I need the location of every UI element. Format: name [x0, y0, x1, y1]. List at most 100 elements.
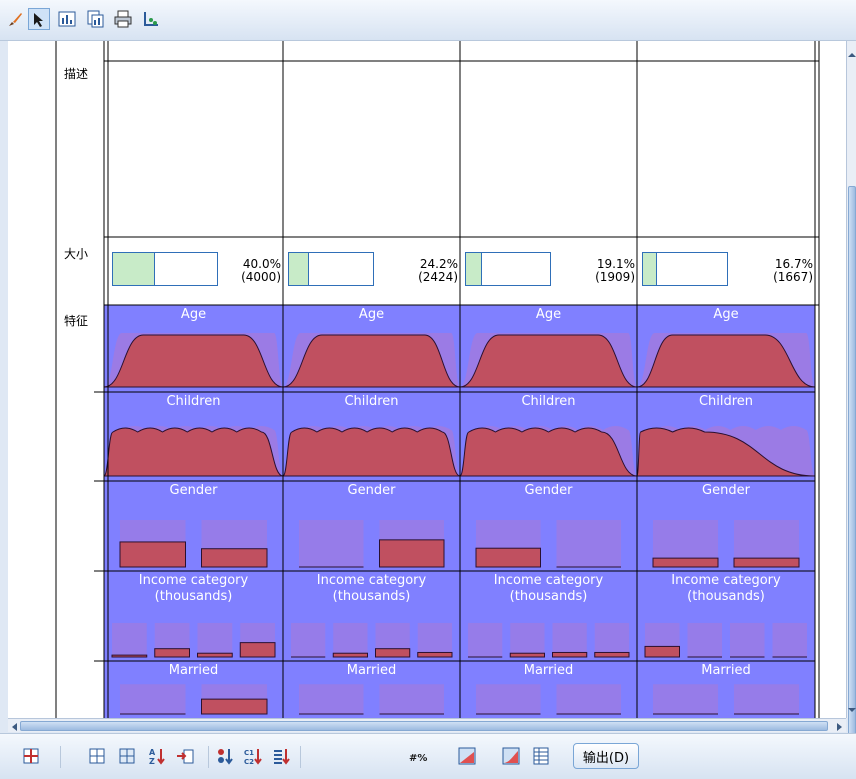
feature-title: Income category (thousands): [283, 573, 460, 605]
overall-bar: [594, 622, 629, 657]
feature-title: Children: [166, 394, 221, 409]
chart-area-icon[interactable]: [456, 745, 478, 767]
grid-alt-icon[interactable]: [116, 745, 138, 767]
feature-title: Children: [344, 394, 399, 409]
cluster-bar: [509, 652, 545, 658]
feature-title: Income category (thousands): [637, 573, 815, 605]
cluster-grid: [55, 41, 820, 718]
overall-bar: [468, 622, 503, 657]
cluster-bar: [417, 651, 453, 658]
transpose-icon[interactable]: [20, 745, 42, 767]
cluster-bar: [201, 698, 268, 715]
insert-icon[interactable]: [174, 745, 196, 767]
feature-title: Age: [535, 307, 562, 322]
feature-title: Income category (thousands): [460, 573, 637, 605]
size-bar: [465, 252, 551, 286]
overall-bar: [333, 622, 368, 657]
toolbar-separator: [300, 746, 301, 768]
pointer-icon[interactable]: [28, 8, 50, 30]
cluster-bar: [652, 557, 719, 568]
svg-text:#%: #%: [409, 753, 427, 764]
feature-title: Married: [168, 663, 219, 678]
size-count: (4000): [241, 270, 281, 284]
size-bar-fill: [113, 253, 155, 285]
chart-toolbar: [0, 0, 856, 41]
sort-c1c2-icon[interactable]: C1 C2: [242, 745, 264, 767]
print-icon[interactable]: [112, 8, 134, 30]
overall-bar: [730, 622, 765, 657]
feature-title: Gender: [347, 483, 396, 498]
feature-title: Children: [698, 394, 754, 409]
cluster-bar: [733, 557, 800, 568]
cluster-bar: [332, 652, 368, 658]
percent-icon[interactable]: #%: [408, 745, 430, 767]
size-label: 16.7% (1667): [717, 258, 813, 284]
size-count: (1667): [773, 270, 813, 284]
overall-bar: [299, 520, 364, 567]
cluster-bar: [475, 547, 541, 568]
vertical-scrollbar[interactable]: [846, 41, 856, 746]
size-count: (2424): [418, 270, 458, 284]
overall-bar: [772, 622, 807, 657]
row-label-features: 特征: [64, 314, 89, 328]
size-bar-fill: [643, 253, 658, 285]
size-label: 40.0% (4000): [184, 258, 281, 284]
overall-bar: [552, 622, 587, 657]
vertical-scroll-thumb[interactable]: [848, 186, 856, 746]
size-count: (1909): [595, 270, 635, 284]
overall-bar: [556, 684, 621, 714]
svg-text:A: A: [149, 748, 156, 757]
feature-title: Married: [701, 663, 751, 678]
overall-bar: [120, 684, 186, 714]
overall-bar: [510, 622, 545, 657]
overall-bar: [556, 520, 621, 567]
feature-title: Married: [346, 663, 397, 678]
scroll-down-icon[interactable]: [848, 704, 856, 714]
scroll-left-icon[interactable]: [10, 721, 18, 731]
cluster-bar: [154, 648, 190, 658]
size-label: 24.2% (2424): [363, 258, 458, 284]
cluster-comparison-view: 描述 大小 特征 Age Age Age Age Children Children Chi…: [8, 41, 846, 718]
feature-title-line: (thousands): [509, 589, 588, 604]
brush-icon[interactable]: [4, 8, 26, 30]
toolbar-separator: [60, 746, 61, 768]
sort-clusters-icon[interactable]: [214, 745, 236, 767]
overall-bar: [417, 622, 452, 657]
chart-line-icon[interactable]: [500, 745, 522, 767]
sort-az-icon[interactable]: AZ: [146, 745, 168, 767]
scroll-up-icon[interactable]: [848, 49, 856, 59]
output-button[interactable]: 输出(D): [573, 743, 639, 769]
cluster-bar: [379, 539, 445, 568]
overall-bar: [653, 684, 718, 714]
size-bar-fill: [289, 253, 310, 285]
table-view-icon[interactable]: [530, 745, 552, 767]
bottom-toolbar: AZ C1 C2 #% 输出(D): [0, 733, 856, 779]
chart-properties-icon[interactable]: [56, 8, 78, 30]
row-label-size: 大小: [64, 247, 89, 261]
feature-title: Age: [180, 307, 207, 322]
feature-title-line: Income category: [316, 573, 427, 588]
feature-title-line: Income category: [493, 573, 604, 588]
cluster-bar: [197, 652, 233, 658]
overall-bar: [291, 622, 326, 657]
cluster-bar: [119, 541, 186, 568]
size-bar: [642, 252, 728, 286]
feature-title-line: (thousands): [332, 589, 411, 604]
overall-bar: [112, 622, 147, 657]
cluster-bar: [111, 654, 148, 658]
horizontal-scroll-thumb[interactable]: [20, 721, 828, 731]
sort-list-icon[interactable]: [270, 745, 292, 767]
cluster-distribution: [103, 427, 284, 477]
horizontal-scrollbar[interactable]: [8, 718, 846, 732]
axis-icon[interactable]: [140, 8, 162, 30]
scroll-right-icon[interactable]: [836, 721, 844, 731]
overall-bar: [197, 622, 233, 657]
size-bar-fill: [466, 253, 483, 285]
copy-chart-icon[interactable]: [84, 8, 106, 30]
feature-title: Children: [521, 394, 576, 409]
grid-icon[interactable]: [86, 745, 108, 767]
size-label: 19.1% (1909): [540, 258, 635, 284]
feature-title: Age: [358, 307, 385, 322]
cluster-bar: [552, 651, 588, 658]
feature-title-line: Income category: [138, 573, 249, 588]
